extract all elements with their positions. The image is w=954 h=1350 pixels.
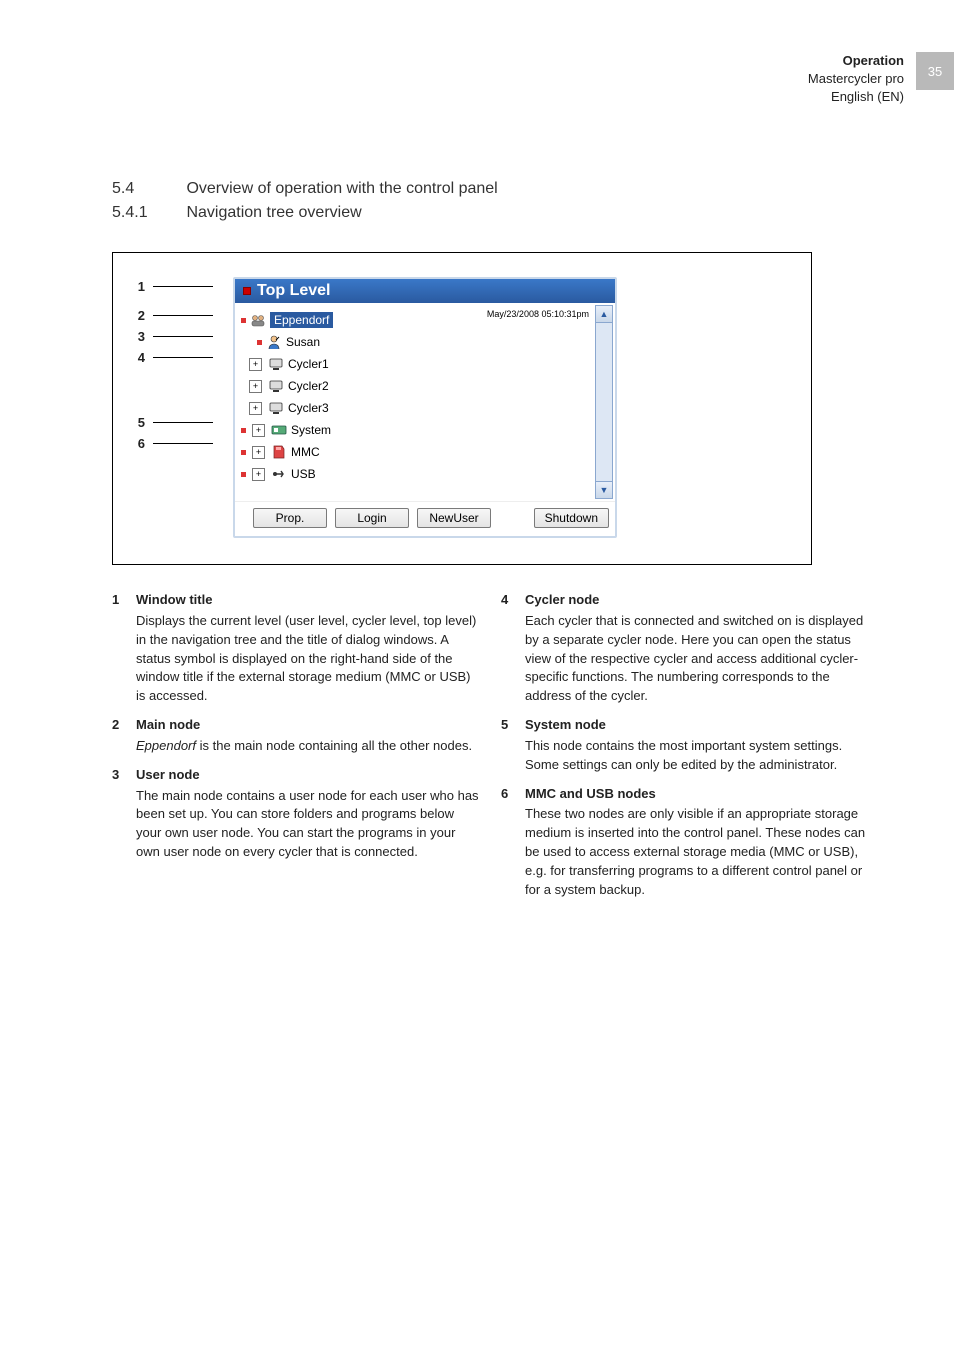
callout-6: 6 — [133, 436, 145, 451]
tree-label: Susan — [286, 335, 320, 349]
header-section: Operation — [808, 52, 904, 70]
section-heading: 5.4 Overview of operation with the contr… — [112, 180, 870, 198]
description-number: 4 — [501, 591, 515, 706]
tree-node-usb[interactable]: + USB — [241, 463, 613, 485]
description-body: The main node contains a user node for e… — [136, 787, 481, 862]
page-header: Operation Mastercycler pro English (EN) — [808, 52, 904, 107]
header-lang: English (EN) — [808, 88, 904, 106]
expand-icon[interactable]: + — [252, 424, 265, 437]
section-title: Overview of operation with the control p… — [186, 180, 497, 198]
connector-icon — [241, 428, 246, 433]
window-button-bar: Prop. Login NewUser Shutdown — [235, 501, 615, 536]
tree-label: Eppendorf — [270, 312, 333, 328]
group-icon — [250, 312, 266, 328]
description-number: 1 — [112, 591, 126, 706]
control-panel-screenshot: Top Level May/23/2008 05:10:31pm Eppendo… — [233, 277, 617, 538]
tree-node-system[interactable]: + System — [241, 419, 613, 441]
section-number: 5.4 — [112, 180, 182, 198]
callout-5: 5 — [133, 415, 145, 430]
cycler-icon — [268, 356, 284, 372]
description-number: 2 — [112, 716, 126, 756]
description-item: 2 Main node Eppendorf is the main node con… — [112, 716, 481, 756]
connector-icon — [241, 472, 246, 477]
description-item: 4 Cycler node Each cycler that is connecte… — [501, 591, 870, 706]
system-icon — [271, 422, 287, 438]
description-body: Eppendorf is the main node containing al… — [136, 737, 472, 756]
expand-icon[interactable]: + — [252, 446, 265, 459]
description-body: Displays the current level (user level, … — [136, 612, 481, 706]
tree-node-user[interactable]: Susan — [241, 331, 613, 353]
description-body: Each cycler that is connected and switch… — [525, 612, 870, 706]
usb-icon — [271, 466, 287, 482]
description-item: 1 Window title Displays the current level … — [112, 591, 481, 706]
connector-icon — [241, 450, 246, 455]
cycler-icon — [268, 400, 284, 416]
description-title: Window title — [136, 591, 481, 610]
callout-2: 2 — [133, 308, 145, 323]
window-title-bar: Top Level — [235, 279, 615, 303]
shutdown-button[interactable]: Shutdown — [534, 508, 609, 528]
content: 5.4 Overview of operation with the contr… — [112, 180, 870, 910]
description-title: User node — [136, 766, 481, 785]
prop-button[interactable]: Prop. — [253, 508, 327, 528]
subsection-title: Navigation tree overview — [186, 204, 361, 222]
tree-label: USB — [291, 467, 316, 481]
description-number: 5 — [501, 716, 515, 775]
page-number-badge: 35 — [916, 52, 954, 90]
scrollbar[interactable]: ▲ ▼ — [595, 305, 613, 499]
connector-icon — [241, 318, 246, 323]
newuser-button[interactable]: NewUser — [417, 508, 491, 528]
user-icon — [266, 334, 282, 350]
tree-node-cycler[interactable]: + Cycler3 — [241, 397, 613, 419]
connector-icon — [257, 340, 262, 345]
description-title: MMC and USB nodes — [525, 785, 870, 804]
description-item: 5 System node This node contains the most … — [501, 716, 870, 775]
timestamp: May/23/2008 05:10:31pm — [487, 309, 589, 319]
description-title: System node — [525, 716, 870, 735]
scroll-track[interactable] — [595, 323, 613, 481]
scroll-up-button[interactable]: ▲ — [595, 305, 613, 323]
tree-node-mmc[interactable]: + MMC — [241, 441, 613, 463]
tree-label: Cycler3 — [288, 401, 329, 415]
callout-1: 1 — [133, 279, 145, 294]
scroll-down-button[interactable]: ▼ — [595, 481, 613, 499]
subsection-heading: 5.4.1 Navigation tree overview — [112, 204, 870, 222]
expand-icon[interactable]: + — [249, 380, 262, 393]
header-product: Mastercycler pro — [808, 70, 904, 88]
tree-node-cycler[interactable]: + Cycler1 — [241, 353, 613, 375]
subsection-number: 5.4.1 — [112, 204, 182, 222]
tree-label: Cycler2 — [288, 379, 329, 393]
description-title: Cycler node — [525, 591, 870, 610]
description-number: 3 — [112, 766, 126, 862]
description-item: 6 MMC and USB nodesThese two nodes are on… — [501, 785, 870, 900]
description-column-right: 4 Cycler node Each cycler that is connecte… — [501, 591, 870, 910]
figure-description: 1 Window title Displays the current level … — [112, 591, 870, 910]
figure-callouts: 1 2 3 4 5 6 — [133, 277, 213, 451]
window-title: Top Level — [257, 282, 331, 300]
tree-label: System — [291, 423, 331, 437]
expand-icon[interactable]: + — [249, 358, 262, 371]
figure-frame: 1 2 3 4 5 6 Top Level May/23/2008 05:10:… — [112, 252, 812, 565]
login-button[interactable]: Login — [335, 508, 409, 528]
tree-label: MMC — [291, 445, 320, 459]
expand-icon[interactable]: + — [252, 468, 265, 481]
description-number: 6 — [501, 785, 515, 900]
expand-icon[interactable]: + — [249, 402, 262, 415]
title-status-icon — [243, 287, 251, 295]
navigation-tree[interactable]: Eppendorf Susan — [239, 307, 613, 497]
description-body: These two nodes are only visible if an a… — [525, 805, 870, 899]
mmc-icon — [271, 444, 287, 460]
cycler-icon — [268, 378, 284, 394]
window-body: May/23/2008 05:10:31pm Eppendorf — [235, 303, 615, 501]
tree-node-cycler[interactable]: + Cycler2 — [241, 375, 613, 397]
page: 35 Operation Mastercycler pro English (E… — [0, 0, 954, 1350]
description-body: This node contains the most important sy… — [525, 737, 870, 775]
description-item: 3 User node The main node contains a user … — [112, 766, 481, 862]
callout-4: 4 — [133, 350, 145, 365]
description-title: Main node — [136, 716, 472, 735]
description-column-left: 1 Window title Displays the current level … — [112, 591, 481, 910]
callout-3: 3 — [133, 329, 145, 344]
tree-label: Cycler1 — [288, 357, 329, 371]
